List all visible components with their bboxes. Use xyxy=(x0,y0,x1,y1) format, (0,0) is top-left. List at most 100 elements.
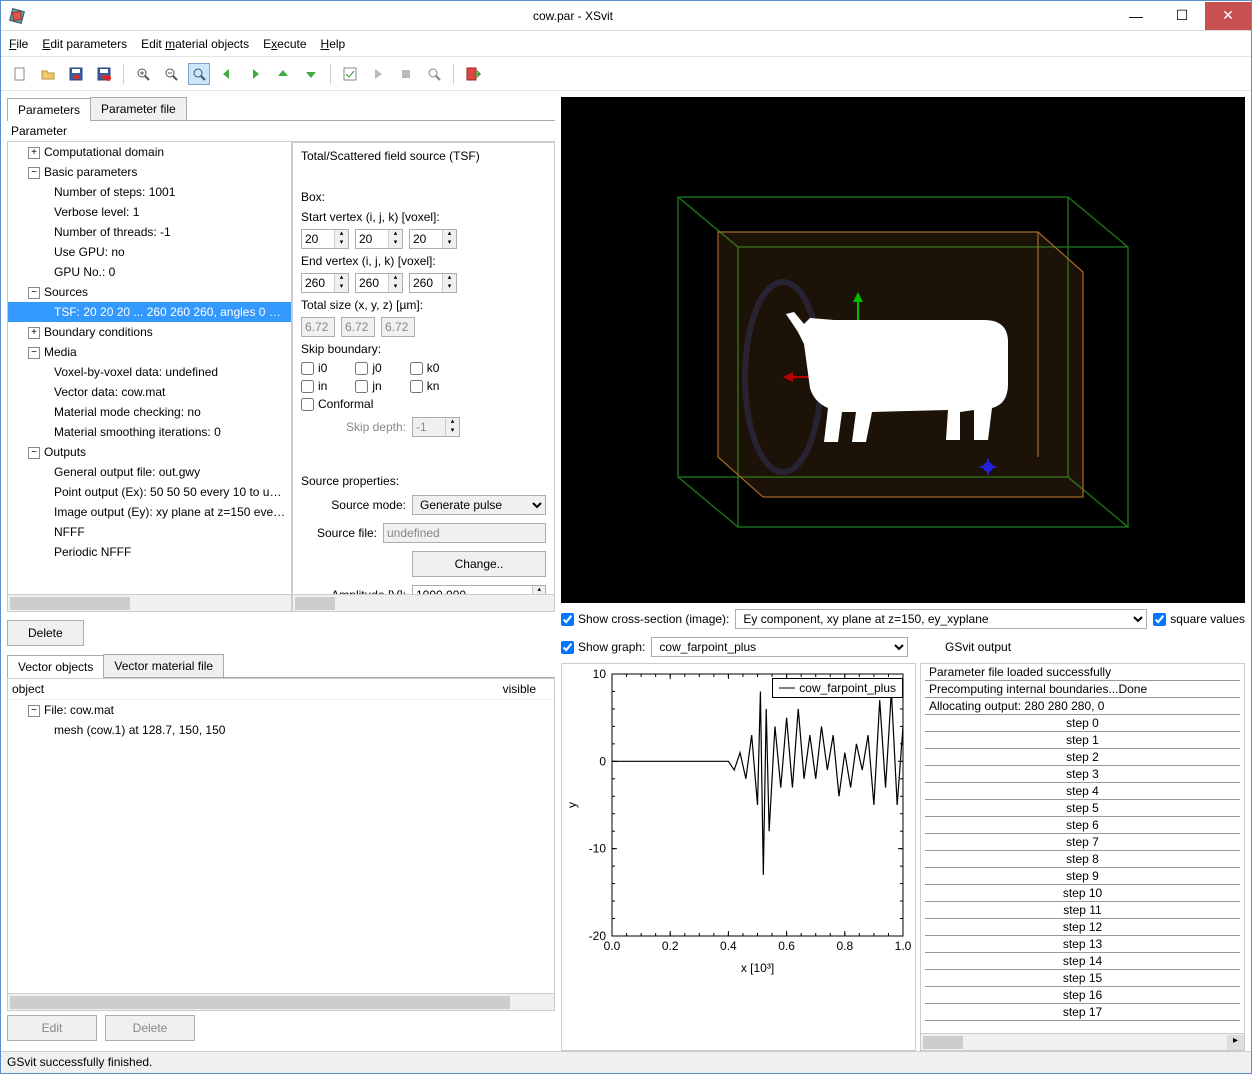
skip-k0[interactable]: k0 xyxy=(410,361,440,375)
zoom-out-icon[interactable] xyxy=(160,63,182,85)
3d-viewport[interactable] xyxy=(561,97,1245,603)
tree-threads[interactable]: Number of threads: -1 xyxy=(8,222,291,242)
save-material-icon[interactable] xyxy=(93,63,115,85)
tree-pointout[interactable]: Point output (Ex): 50 50 50 every 10 to … xyxy=(8,482,291,502)
box-label: Box: xyxy=(293,187,554,207)
output-hscroll[interactable]: ▸ xyxy=(920,1034,1245,1051)
tree-smooth[interactable]: Material smoothing iterations: 0 xyxy=(8,422,291,442)
tree-gpu[interactable]: Use GPU: no xyxy=(8,242,291,262)
stop-icon[interactable] xyxy=(395,63,417,85)
tree-steps[interactable]: Number of steps: 1001 xyxy=(8,182,291,202)
props-hscroll[interactable] xyxy=(292,595,555,612)
tree-outputs[interactable]: −Outputs xyxy=(8,442,291,462)
svg-text:0.8: 0.8 xyxy=(836,939,853,953)
visible-col: visible xyxy=(503,682,536,696)
tree-pnfff[interactable]: Periodic NFFF xyxy=(8,542,291,562)
zoom-in-icon[interactable] xyxy=(132,63,154,85)
skip-in[interactable]: in xyxy=(301,379,327,393)
exit-icon[interactable] xyxy=(462,63,484,85)
file-cow-mat[interactable]: −File: cow.mat xyxy=(8,700,554,720)
tree-vector[interactable]: Vector data: cow.mat xyxy=(8,382,291,402)
tree-genout[interactable]: General output file: out.gwy xyxy=(8,462,291,482)
object-col: object xyxy=(12,682,503,696)
arrow-right-icon[interactable] xyxy=(244,63,266,85)
tab-vector-material-file[interactable]: Vector material file xyxy=(103,654,224,677)
show-cross-section-check[interactable]: Show cross-section (image): xyxy=(561,612,729,626)
play-icon[interactable] xyxy=(367,63,389,85)
menu-file[interactable]: File xyxy=(9,37,28,51)
save-icon[interactable] xyxy=(65,63,87,85)
edit-object-button[interactable]: Edit xyxy=(7,1015,97,1041)
gwyddion-icon[interactable] xyxy=(423,63,445,85)
maximize-button[interactable]: ☐ xyxy=(1159,2,1205,30)
tree-imgout[interactable]: Image output (Ey): xy plane at z=150 eve… xyxy=(8,502,291,522)
tree-sources[interactable]: −Sources xyxy=(8,282,291,302)
svg-text:0.0: 0.0 xyxy=(604,939,621,953)
tree-gpuno[interactable]: GPU No.: 0 xyxy=(8,262,291,282)
tree-media[interactable]: −Media xyxy=(8,342,291,362)
total-y xyxy=(341,317,375,337)
menu-execute[interactable]: Execute xyxy=(263,37,306,51)
tree-boundary[interactable]: +Boundary conditions xyxy=(8,322,291,342)
skip-i0[interactable]: i0 xyxy=(301,361,327,375)
graph-select[interactable]: cow_farpoint_plus xyxy=(651,637,908,657)
menu-edit-material[interactable]: Edit material objects xyxy=(141,37,249,51)
cross-section-select[interactable]: Ey component, xy plane at z=150, ey_xypl… xyxy=(735,609,1147,629)
svg-text:-10: -10 xyxy=(589,842,607,856)
vobj-hscroll[interactable] xyxy=(7,994,555,1011)
start-i-input[interactable]: ▴▾ xyxy=(301,229,349,249)
check-icon[interactable] xyxy=(339,63,361,85)
tree-computational-domain[interactable]: +Computational domain xyxy=(8,142,291,162)
tree-verbose[interactable]: Verbose level: 1 xyxy=(8,202,291,222)
minimize-button[interactable]: — xyxy=(1113,2,1159,30)
tab-vector-objects[interactable]: Vector objects xyxy=(7,655,104,678)
total-z xyxy=(381,317,415,337)
new-icon[interactable] xyxy=(9,63,31,85)
zoom-fit-icon[interactable] xyxy=(188,63,210,85)
parameter-tree[interactable]: +Computational domain −Basic parameters … xyxy=(7,142,292,595)
tree-tsf-source[interactable]: TSF: 20 20 20 ... 260 260 260, angles 0 … xyxy=(8,302,291,322)
change-button[interactable]: Change.. xyxy=(412,551,546,577)
graph-plot: -20-100100.00.20.40.60.81.0x [10³]y cow_… xyxy=(561,663,916,1051)
delete-parameter-button[interactable]: Delete xyxy=(7,620,84,646)
skip-jn[interactable]: jn xyxy=(355,379,381,393)
vector-object-tree[interactable]: objectvisible −File: cow.mat mesh (cow.1… xyxy=(7,678,555,994)
start-k-input[interactable]: ▴▾ xyxy=(409,229,457,249)
arrow-down-icon[interactable] xyxy=(300,63,322,85)
mesh-cow[interactable]: mesh (cow.1) at 128.7, 150, 150 xyxy=(8,720,554,740)
square-values-check[interactable]: square values xyxy=(1153,612,1245,626)
amplitude-input[interactable]: ▴▾ xyxy=(412,585,546,595)
amplitude-label: Amplitude [V]: xyxy=(301,588,406,595)
output-line: Allocating output: 280 280 280, 0 xyxy=(925,698,1240,715)
skip-j0[interactable]: j0 xyxy=(355,361,381,375)
menu-help[interactable]: Help xyxy=(321,37,346,51)
close-button[interactable]: ✕ xyxy=(1205,2,1251,30)
end-k-input[interactable]: ▴▾ xyxy=(409,273,457,293)
start-j-input[interactable]: ▴▾ xyxy=(355,229,403,249)
end-i-input[interactable]: ▴▾ xyxy=(301,273,349,293)
show-graph-check[interactable]: Show graph: xyxy=(561,640,645,654)
output-line: Precomputing internal boundaries...Done xyxy=(925,681,1240,698)
output-step: step 5 xyxy=(925,800,1240,817)
output-log[interactable]: Parameter file loaded successfullyPrecom… xyxy=(920,663,1245,1034)
conformal-check[interactable]: Conformal xyxy=(301,397,373,411)
svg-text:0.2: 0.2 xyxy=(662,939,679,953)
tree-hscroll[interactable] xyxy=(7,595,292,612)
tab-parameter-file[interactable]: Parameter file xyxy=(90,97,187,120)
arrow-up-icon[interactable] xyxy=(272,63,294,85)
output-step: step 11 xyxy=(925,902,1240,919)
start-vertex-label: Start vertex (i, j, k) [voxel]: xyxy=(293,207,554,227)
delete-object-button[interactable]: Delete xyxy=(105,1015,195,1041)
tree-matcheck[interactable]: Material mode checking: no xyxy=(8,402,291,422)
tree-basic-parameters[interactable]: −Basic parameters xyxy=(8,162,291,182)
tree-voxel[interactable]: Voxel-by-voxel data: undefined xyxy=(8,362,291,382)
arrow-left-icon[interactable] xyxy=(216,63,238,85)
tree-nfff[interactable]: NFFF xyxy=(8,522,291,542)
vector-object-tabs: Vector objects Vector material file xyxy=(7,654,555,678)
tab-parameters[interactable]: Parameters xyxy=(7,98,91,121)
skip-kn[interactable]: kn xyxy=(410,379,440,393)
source-mode-select[interactable]: Generate pulse xyxy=(412,495,546,515)
menu-edit-parameters[interactable]: Edit parameters xyxy=(42,37,127,51)
open-icon[interactable] xyxy=(37,63,59,85)
end-j-input[interactable]: ▴▾ xyxy=(355,273,403,293)
